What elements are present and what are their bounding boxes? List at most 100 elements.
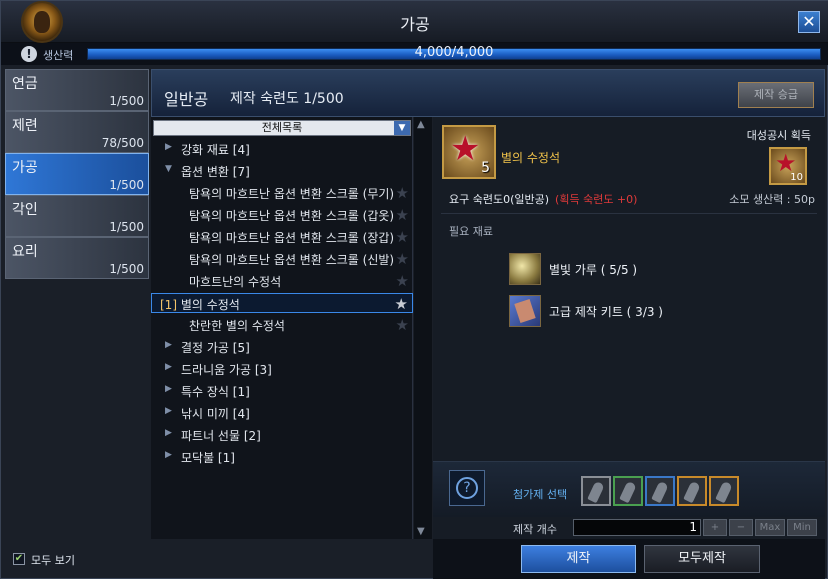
help-button[interactable]: ? xyxy=(449,470,485,506)
sidebar-item-engraving[interactable]: 각인 1/500 xyxy=(5,195,149,237)
great-success-item-icon[interactable]: ★ 10 xyxy=(769,147,807,185)
recipe-category[interactable]: ▼ 옵션 변환 [7] xyxy=(151,161,413,181)
quantity-minus-button[interactable]: − xyxy=(729,519,753,536)
recipe-label: 찬란한 별의 수정석 xyxy=(189,319,285,333)
collapse-arrow-icon[interactable]: ▶ xyxy=(165,450,172,460)
recipe-item[interactable]: 탐욕의 마흐트난 옵션 변환 스크롤 (장갑) ★ xyxy=(151,227,413,247)
productivity-label: 생산력 xyxy=(43,49,74,62)
catalyst-area: ? 첨가제 선택 xyxy=(433,461,825,517)
show-all-toggle[interactable]: ✔ 모두 보기 xyxy=(13,552,75,568)
recipe-category[interactable]: ▶ 결정 가공 [5] xyxy=(151,337,413,357)
sidebar-item-alchemy[interactable]: 연금 1/500 xyxy=(5,69,149,111)
recipe-list-scrollbar[interactable]: ▲ ▼ xyxy=(414,117,432,539)
favorite-star-icon[interactable]: ★ xyxy=(396,316,409,334)
recipe-item[interactable]: 탐욕의 마흐트난 옵션 변환 스크롤 (무기) ★ xyxy=(151,183,413,203)
collapse-arrow-icon[interactable]: ▶ xyxy=(165,362,172,372)
recipe-label: 모닥불 [1] xyxy=(181,451,235,465)
great-success-count: 10 xyxy=(790,172,803,183)
collapse-arrow-icon[interactable]: ▶ xyxy=(165,384,172,394)
quill-icon xyxy=(619,480,637,504)
quantity-input[interactable]: 1 xyxy=(573,519,701,536)
recipe-label: 드라니움 가공 [3] xyxy=(181,363,272,377)
recipe-label: 옵션 변환 [7] xyxy=(181,165,250,179)
catalyst-slot-gray[interactable] xyxy=(581,476,611,506)
quantity-row: 제작 개수 1 + − Max Min xyxy=(433,517,825,539)
catalyst-slot-gold[interactable] xyxy=(709,476,739,506)
recipe-item[interactable]: 탐욕의 마흐트난 옵션 변환 스크롤 (갑옷) ★ xyxy=(151,205,413,225)
consume-productivity: 소모 생산력 : 50p xyxy=(729,193,815,206)
action-bar: 제작 모두제작 xyxy=(433,539,825,579)
favorite-star-icon[interactable]: ★ xyxy=(396,272,409,290)
recipe-label: 탐욕의 마흐트난 옵션 변환 스크롤 (무기) xyxy=(189,187,393,201)
promote-button[interactable]: 제작 승급 xyxy=(738,82,814,108)
quantity-min-button[interactable]: Min xyxy=(787,519,817,536)
favorite-star-icon[interactable]: ★ xyxy=(395,295,408,312)
collapse-arrow-icon[interactable]: ▶ xyxy=(165,340,172,350)
recipe-item[interactable]: 마흐트난의 수정석 ★ xyxy=(151,271,413,291)
quantity-max-button[interactable]: Max xyxy=(755,519,785,536)
window-title: 가공 xyxy=(400,15,430,34)
craft-all-button[interactable]: 모두제작 xyxy=(644,545,760,573)
catalyst-label: 첨가제 선택 xyxy=(513,488,568,501)
sidebar-item-smelting[interactable]: 제련 78/500 xyxy=(5,111,149,153)
sidebar-item-count: 1/500 xyxy=(109,262,144,276)
recipe-category[interactable]: ▶ 파트너 선물 [2] xyxy=(151,425,413,445)
recipe-category[interactable]: ▶ 드라니움 가공 [3] xyxy=(151,359,413,379)
recipe-item[interactable]: 탐욕의 마흐트난 옵션 변환 스크롤 (신발) ★ xyxy=(151,249,413,269)
collapse-arrow-icon[interactable]: ▶ xyxy=(165,142,172,152)
star-dust-icon[interactable] xyxy=(509,253,541,285)
recipe-label: 특수 장식 [1] xyxy=(181,385,250,399)
scroll-up-icon[interactable]: ▲ xyxy=(417,119,425,130)
recipe-label: 탐욕의 마흐트난 옵션 변환 스크롤 (신발) xyxy=(189,253,393,267)
quantity-plus-button[interactable]: + xyxy=(703,519,727,536)
recipe-item-selected[interactable]: [1] 별의 수정석 ★ xyxy=(151,293,413,313)
productivity-value: 4,000/4,000 xyxy=(414,45,494,60)
craft-header: 일반공 제작 숙련도 1/500 제작 승급 xyxy=(151,69,825,117)
favorite-star-icon[interactable]: ★ xyxy=(396,206,409,224)
recipe-label: 별의 수정석 xyxy=(180,298,240,312)
crafting-kit-icon[interactable] xyxy=(509,295,541,327)
recipe-item[interactable]: 찬란한 별의 수정석 ★ xyxy=(151,315,413,335)
favorite-star-icon[interactable]: ★ xyxy=(396,250,409,268)
required-proficiency: 요구 숙련도0(일반공) xyxy=(449,193,550,206)
recipe-category[interactable]: ▶ 낚시 미끼 [4] xyxy=(151,403,413,423)
checkbox-checked-icon[interactable]: ✔ xyxy=(13,553,25,565)
sidebar-item-cooking[interactable]: 요리 1/500 xyxy=(5,237,149,279)
star-crystal-icon[interactable]: ★ 5 xyxy=(442,125,496,179)
info-icon: ! xyxy=(21,46,37,62)
catalyst-slot-green[interactable] xyxy=(613,476,643,506)
catalyst-slot-blue[interactable] xyxy=(645,476,675,506)
chevron-down-icon[interactable]: ▼ xyxy=(394,121,410,135)
favorite-star-icon[interactable]: ★ xyxy=(396,184,409,202)
scroll-down-icon[interactable]: ▼ xyxy=(417,526,425,537)
recipe-category[interactable]: ▶ 특수 장식 [1] xyxy=(151,381,413,401)
sidebar-item-processing[interactable]: 가공 1/500 xyxy=(5,153,149,195)
recipe-label: 탐욕의 마흐트난 옵션 변환 스크롤 (갑옷) xyxy=(189,209,393,223)
quill-icon xyxy=(587,480,605,504)
collapse-arrow-icon[interactable]: ▶ xyxy=(165,406,172,416)
favorite-star-icon[interactable]: ★ xyxy=(396,228,409,246)
sidebar-item-label: 요리 xyxy=(12,244,38,260)
recipe-category[interactable]: ▶ 강화 재료 [4] xyxy=(151,139,413,159)
material-row: 별빛 가루 ( 5/5 ) xyxy=(509,253,809,287)
crafting-window: 가공 ✕ ! 생산력 4,000/4,000 연금 1/500 제련 78/50… xyxy=(0,0,828,579)
sidebar-item-count: 1/500 xyxy=(109,94,144,108)
recipe-category[interactable]: ▶ 모닥불 [1] xyxy=(151,447,413,467)
item-count: 5 xyxy=(481,160,490,176)
quill-icon xyxy=(651,480,669,504)
recipe-label: 결정 가공 [5] xyxy=(181,341,250,355)
productivity-row: ! 생산력 4,000/4,000 xyxy=(1,43,828,65)
craft-button[interactable]: 제작 xyxy=(521,545,636,573)
expand-arrow-icon[interactable]: ▼ xyxy=(165,164,172,174)
catalyst-slot-gold[interactable] xyxy=(677,476,707,506)
quantity-label: 제작 개수 xyxy=(513,523,557,536)
sidebar-item-label: 각인 xyxy=(12,202,38,218)
collapse-arrow-icon[interactable]: ▶ xyxy=(165,428,172,438)
sidebar-item-label: 제련 xyxy=(12,118,38,134)
recipe-detail-panel: ★ 5 별의 수정석 대성공시 획득 ★ 10 요구 숙련도0(일반공) (획득 … xyxy=(433,117,825,539)
materials-heading: 필요 재료 xyxy=(449,225,493,238)
close-button[interactable]: ✕ xyxy=(798,11,820,33)
quill-icon xyxy=(715,480,733,504)
great-success-label: 대성공시 획득 xyxy=(746,129,811,142)
category-dropdown[interactable]: 전체목록 ▼ xyxy=(153,120,411,136)
